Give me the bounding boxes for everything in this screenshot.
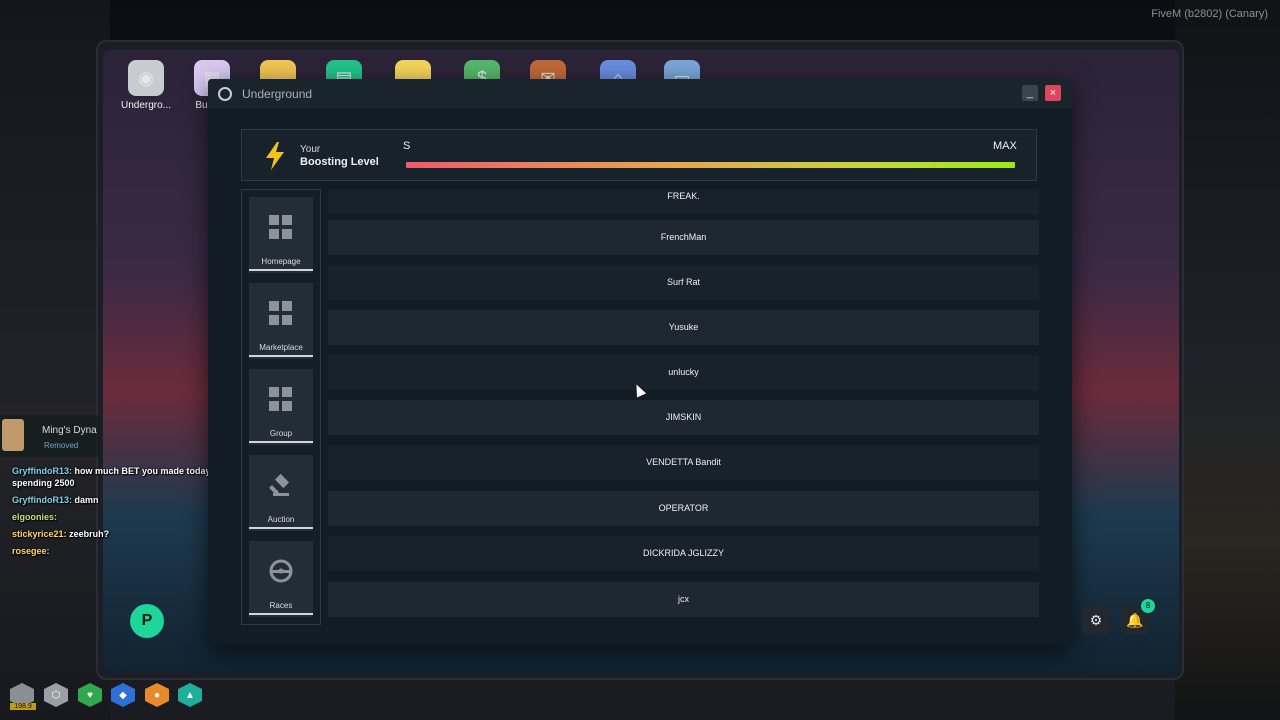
- boost-level-start: S: [403, 140, 411, 152]
- sidebar-item-races[interactable]: Races: [249, 541, 313, 617]
- hunger-status-icon: ●: [145, 683, 169, 707]
- underground-window: Underground _ × Your Boosting Level S MA…: [208, 79, 1072, 645]
- sidebar-item-group[interactable]: Group: [249, 369, 313, 445]
- business-name: Ming's Dyna: [42, 425, 97, 436]
- underground-icon: ◉: [128, 60, 164, 96]
- business-icon: [2, 419, 24, 451]
- chat-username: GryffindoR13:: [12, 495, 73, 505]
- game-background-right: [1175, 0, 1280, 720]
- grid-icon: [269, 301, 293, 325]
- list-item[interactable]: Surf Rat: [328, 265, 1039, 300]
- close-button[interactable]: ×: [1045, 85, 1061, 101]
- list-item[interactable]: FrenchMan: [328, 220, 1039, 255]
- list-item[interactable]: OPERATOR: [328, 491, 1039, 526]
- p-app-badge[interactable]: P: [130, 604, 164, 638]
- chat-message: zeebruh?: [69, 529, 110, 539]
- list-item[interactable]: JIMSKIN: [328, 400, 1039, 435]
- notification-count-badge: 8: [1141, 599, 1155, 613]
- sidebar-item-auction[interactable]: Auction: [249, 455, 313, 531]
- steering-wheel-icon: [269, 559, 293, 583]
- game-background-left: [0, 0, 110, 720]
- grid-icon: [269, 387, 293, 411]
- gear-icon: ⚙: [1089, 611, 1103, 628]
- fivem-build-label: FiveM (b2802) (Canary): [1151, 8, 1268, 20]
- player-list: FREAK. FrenchMan Surf Rat Yusuke unlucky…: [328, 189, 1039, 617]
- grid-icon: [269, 215, 293, 239]
- chat-username: rosegee:: [12, 546, 50, 556]
- boost-progress-bar: [406, 162, 1015, 168]
- list-item[interactable]: jcx: [328, 582, 1039, 617]
- window-titlebar: Underground _ ×: [208, 79, 1072, 109]
- boosting-level-label: Boosting Level: [300, 156, 379, 168]
- sidebar-item-label: Auction: [249, 513, 313, 529]
- underground-desktop-icon[interactable]: ◉ Undergro...: [116, 60, 176, 111]
- window-title: Underground: [242, 87, 313, 101]
- desktop-icon-label: Undergro...: [120, 100, 172, 111]
- list-item[interactable]: VENDETTA Bandit: [328, 445, 1039, 480]
- list-item[interactable]: unlucky: [328, 355, 1039, 390]
- sidebar-item-label: Homepage: [249, 255, 313, 271]
- sidebar-nav: Homepage Marketplace Group Auction Races: [241, 189, 321, 625]
- sidebar-item-label: Marketplace: [249, 341, 313, 357]
- sidebar-item-label: Group: [249, 427, 313, 443]
- chat-username: stickyrice21:: [12, 529, 67, 539]
- list-item[interactable]: DICKRIDA JGLIZZY: [328, 536, 1039, 571]
- sidebar-item-label: Races: [249, 599, 313, 615]
- fuel-status-value: 198.9: [10, 703, 36, 710]
- boost-level-max: MAX: [993, 140, 1017, 152]
- shield-status-icon: ◆: [111, 683, 135, 707]
- list-item[interactable]: FREAK.: [328, 189, 1039, 214]
- sidebar-item-homepage[interactable]: Homepage: [249, 197, 313, 273]
- business-status: Removed: [44, 441, 79, 450]
- thirst-status-icon: ▲: [178, 683, 202, 707]
- boosting-level-panel: Your Boosting Level S MAX: [241, 129, 1037, 181]
- gavel-icon: [269, 473, 290, 496]
- lightning-bolt-icon: [266, 142, 284, 170]
- bell-icon: 🔔: [1126, 611, 1144, 628]
- underground-app-icon: [218, 87, 232, 101]
- settings-button[interactable]: ⚙: [1082, 606, 1110, 634]
- chat-username: elgoonies:: [12, 512, 58, 522]
- business-card: Ming's Dyna Removed: [0, 415, 100, 457]
- list-item[interactable]: Yusuke: [328, 310, 1039, 345]
- sidebar-item-marketplace[interactable]: Marketplace: [249, 283, 313, 359]
- chat-message: damn: [74, 495, 99, 505]
- chat-username: GryffindoR13:: [12, 466, 73, 476]
- boost-your-label: Your: [300, 144, 321, 155]
- minimize-button[interactable]: _: [1022, 85, 1038, 101]
